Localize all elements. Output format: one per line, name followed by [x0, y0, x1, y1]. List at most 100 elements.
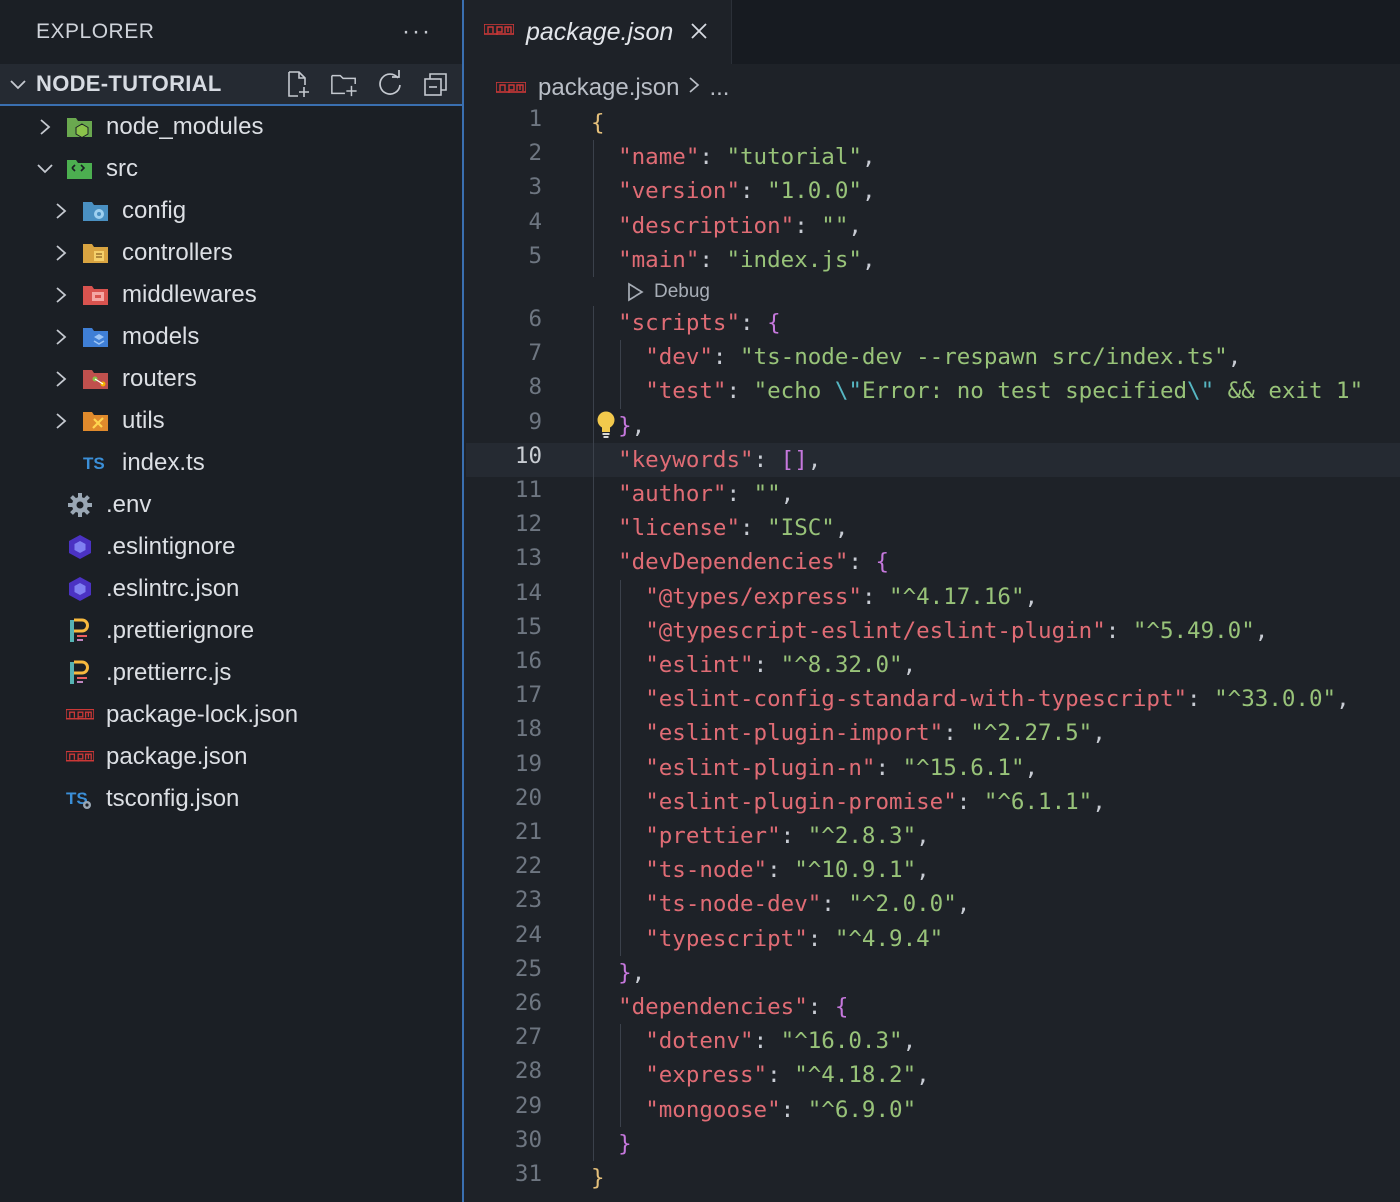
indent-guide [620, 1024, 621, 1127]
tree-item-label: routers [122, 365, 197, 392]
chevron-right-icon[interactable] [34, 116, 56, 138]
tree-item-node-modules[interactable]: node_modules [0, 106, 462, 148]
tree-item-dot-eslintrc-json[interactable]: .eslintrc.json [0, 568, 462, 610]
tab-label: package.json [526, 17, 674, 46]
chevron-right-icon[interactable] [50, 242, 72, 264]
code-text: { [591, 110, 605, 136]
code-line[interactable]: 10 "keywords": [], [466, 442, 1400, 477]
code-text: "eslint-config-standard-with-typescript"… [645, 686, 1350, 713]
new-file-icon[interactable] [284, 70, 312, 98]
line-number: 5 [528, 242, 542, 269]
tree-item-dot-prettierignore[interactable]: .prettierignore [0, 610, 462, 652]
breadcrumb-more[interactable]: ... [709, 74, 729, 102]
tree-item-tsconfig-json[interactable]: TS tsconfig.json [0, 778, 462, 820]
code-line[interactable]: 4 "description": "", [466, 209, 1400, 243]
tree-item-package-lock-json[interactable]: package-lock.json [0, 694, 462, 736]
tree-item-config[interactable]: config [0, 190, 462, 232]
code-line[interactable]: 30 } [466, 1127, 1400, 1161]
explorer-title: EXPLORER [36, 20, 155, 43]
line-number: 26 [514, 990, 542, 1016]
code-line[interactable]: 28 "express": "^4.18.2", [466, 1058, 1400, 1092]
line-number: 27 [514, 1024, 542, 1051]
code-line[interactable]: 20 "eslint-plugin-promise": "^6.1.1", [466, 785, 1400, 819]
tree-item-package-json[interactable]: package.json [0, 736, 462, 778]
tree-item-controllers[interactable]: controllers [0, 232, 462, 274]
tree-item-utils[interactable]: utils [0, 400, 462, 442]
chevron-right-icon[interactable] [50, 368, 72, 390]
code-line[interactable]: 27 "dotenv": "^16.0.3", [466, 1024, 1400, 1058]
gear-icon [66, 491, 94, 519]
code-text: "@typescript-eslint/eslint-plugin": "^5.… [645, 617, 1269, 644]
line-number: 28 [514, 1058, 542, 1085]
line-number: 15 [514, 613, 542, 640]
code-text: "dependencies": { [618, 994, 849, 1020]
tree-item-models[interactable]: models [0, 316, 462, 358]
tab-package-json[interactable]: package.json [464, 0, 732, 64]
chevron-down-icon[interactable] [8, 74, 30, 94]
indent-guide [593, 306, 594, 1161]
tree-item-label: utils [122, 407, 165, 434]
code-line[interactable]: 24 "typescript": "^4.9.4" [466, 922, 1400, 956]
code-line[interactable]: 14 "@types/express": "^4.17.16", [466, 580, 1400, 614]
tree-item-dot-env[interactable]: .env [0, 484, 462, 526]
code-text: "eslint-plugin-n": "^15.6.1", [645, 754, 1039, 781]
code-line[interactable]: 12 "license": "ISC", [466, 511, 1400, 545]
code-line[interactable]: 8 "test": "echo \"Error: no test specifi… [466, 374, 1400, 408]
code-line[interactable]: 11 "author": "", [466, 477, 1400, 511]
code-line[interactable]: 6 "scripts": { [466, 306, 1400, 340]
line-number: 29 [514, 1092, 542, 1119]
code-editor[interactable]: Debug 1{2 "name": "tutorial", 3 "version"… [466, 106, 1400, 1202]
line-number: 16 [514, 648, 542, 674]
new-folder-icon[interactable] [330, 70, 358, 98]
code-line[interactable]: 21 "prettier": "^2.8.3", [466, 819, 1400, 853]
collapse-all-icon[interactable] [422, 70, 450, 98]
code-line[interactable]: 23 "ts-node-dev": "^2.0.0", [466, 887, 1400, 921]
tree-item-index-ts[interactable]: TS index.ts [0, 442, 462, 484]
line-number: 31 [514, 1161, 542, 1187]
close-icon[interactable] [689, 17, 709, 48]
explorer-sidebar: EXPLORER ··· NODE-TUTORIAL node_moduless… [0, 0, 464, 1202]
code-line[interactable]: 29 "mongoose": "^6.9.0" [466, 1093, 1400, 1127]
chevron-right-icon[interactable] [50, 326, 72, 348]
code-line[interactable]: 13 "devDependencies": { [466, 545, 1400, 579]
tree-item-middlewares[interactable]: middlewares [0, 274, 462, 316]
code-line[interactable]: 1{ [466, 106, 1400, 140]
refresh-icon[interactable] [376, 70, 404, 98]
code-line[interactable]: 7 "dev": "ts-node-dev --respawn src/inde… [466, 340, 1400, 374]
tree-item-label: node_modules [106, 113, 264, 140]
tree-item-src[interactable]: src [0, 148, 462, 190]
tree-item-dot-eslintignore[interactable]: .eslintignore [0, 526, 462, 568]
tree-item-routers[interactable]: routers [0, 358, 462, 400]
more-actions-icon[interactable]: ··· [402, 18, 432, 46]
tree-item-label: tsconfig.json [106, 785, 240, 812]
chevron-right-icon[interactable] [50, 410, 72, 432]
code-line[interactable]: 16 "eslint": "^8.32.0", [466, 648, 1400, 682]
code-line[interactable]: 2 "name": "tutorial", [466, 140, 1400, 174]
code-line[interactable]: 15 "@typescript-eslint/eslint-plugin": "… [466, 614, 1400, 648]
utils-folder-icon [82, 407, 110, 435]
code-line[interactable]: 26 "dependencies": { [466, 990, 1400, 1024]
chevron-right-icon[interactable] [50, 200, 72, 222]
npm-icon [66, 701, 94, 729]
code-line[interactable]: 22 "ts-node": "^10.9.1", [466, 853, 1400, 887]
project-section-header[interactable]: NODE-TUTORIAL [0, 64, 462, 106]
code-line[interactable]: 25 }, [466, 956, 1400, 990]
chevron-down-icon[interactable] [34, 158, 56, 180]
code-line[interactable]: 18 "eslint-plugin-import": "^2.27.5", [466, 716, 1400, 750]
breadcrumb-file[interactable]: package.json [538, 74, 679, 102]
code-text: "express": "^4.18.2", [645, 1062, 930, 1089]
debug-codelens[interactable]: Debug [624, 278, 710, 306]
code-text: "main": "index.js", [618, 246, 876, 273]
code-line[interactable]: 9 }, [466, 409, 1400, 443]
line-number: 23 [514, 887, 542, 914]
code-line[interactable]: 17 "eslint-config-standard-with-typescri… [466, 682, 1400, 716]
code-line[interactable]: 19 "eslint-plugin-n": "^15.6.1", [466, 751, 1400, 785]
code-line[interactable]: 31} [466, 1161, 1400, 1195]
chevron-right-icon[interactable] [50, 284, 72, 306]
file-tree: node_modulessrc config controllers middlewa… [0, 106, 462, 820]
code-line[interactable]: 3 "version": "1.0.0", [466, 174, 1400, 208]
tree-item-dot-prettierrc-js[interactable]: .prettierrc.js [0, 652, 462, 694]
code-line[interactable]: 5 "main": "index.js", [466, 243, 1400, 277]
